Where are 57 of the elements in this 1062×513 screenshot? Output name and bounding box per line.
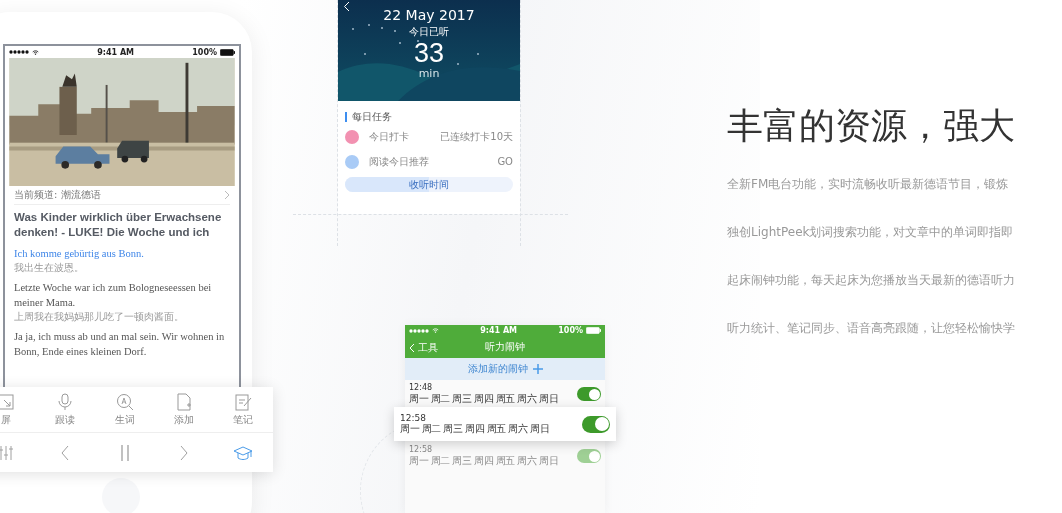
alarm-toggle[interactable] [577,387,601,401]
minutes-value: 33 [413,38,444,68]
back-button[interactable]: 工具 [409,341,438,355]
alarm-toggle[interactable] [577,449,601,463]
date-label: 22 May 2017 [383,6,475,24]
feature-description: 全新FM电台功能，实时流畅收听最新德语节目，锻炼 [727,176,1010,192]
task-status: GO [497,156,513,167]
section-marker [345,112,347,122]
german-sentence: Ich komme gebürtig aus Bonn. [14,247,145,261]
translation-text: 我出生在波恩。 [14,261,85,274]
status-time: 9:41 AM [96,47,136,57]
article-title: Was Kinder wirklich über Erwachsene denken! - LUKE! Die Woche und ich [14,210,223,240]
battery-level: 100% [558,326,583,335]
toolbar-button[interactable]: 笔记 [213,387,274,432]
chevron-left-icon [409,343,415,353]
alarm-days: 周一 周二 周三 周四 周五 周六 周日 [409,393,577,405]
alarm-days: 周一 周二 周三 周四 周五 周六 周日 [400,423,582,435]
chevron-left-icon [343,1,350,12]
add-alarm-button[interactable]: 添加新的闹钟 [405,358,605,380]
translation-text: 上周我在我妈妈那儿吃了一顿肉酱面。 [14,310,185,323]
feature-description: 听力统计、笔记同步、语音高亮跟随，让您轻松愉快学 [727,320,1016,336]
minutes-unit: min [418,68,440,80]
channel-label: 当前频道: 潮流德语 [14,188,101,202]
battery-level: 100% [192,47,217,57]
feature-description: 独创LightPeek划词搜索功能，对文章中的单词即指即 [727,224,1015,240]
alarm-time: 12:58 [409,445,434,455]
feature-heading: 丰富的资源，强大 [727,104,1016,148]
fullscreen-icon [0,392,16,412]
alarm-toggle[interactable] [582,415,610,433]
toolbar-button[interactable]: 添加 [154,387,214,432]
status-time: 9:41 AM [479,326,519,335]
chevron-right-icon [224,190,230,200]
german-sentence: Letzte Woche war ich zum Bologneseessen bei meiner Mama. [14,281,213,310]
alarm-time: 12:48 [409,383,434,393]
task-status: 已连续打卡10天 [440,129,513,144]
wifi-icon [32,49,39,55]
feature-description: 起床闹钟功能，每天起床为您播放当天最新的德语听力 [727,272,1016,288]
task-name: 阅读今日推荐 [369,154,430,169]
wifi-icon [432,328,439,333]
progress-label: 收听时间 [408,178,450,192]
alarm-time: 12:58 [400,413,427,423]
battery-icon [220,48,235,56]
note-edit-icon [233,392,254,412]
battery-icon [586,327,601,334]
alarm-days: 周一 周二 周三 周四 周五 周六 周日 [409,455,577,467]
task-name: 今日打卡 [369,129,410,144]
signal-icon [9,50,29,54]
screen-title: 听力闹钟 [485,340,525,354]
toolbar-button[interactable]: 生词 [94,387,155,432]
toolbar-button[interactable]: 跟读 [35,387,95,432]
listened-label: 今日已听 [409,26,449,38]
search-icon [114,392,135,412]
signal-icon [409,328,429,333]
section-title: 每日任务 [352,110,392,124]
plus-icon [532,364,543,374]
toolbar-button[interactable]: 屏 [0,387,36,432]
german-sentence: Ja ja, ich muss ab und an mal sein. Wir wohnen in Bonn, Ende eines kleinen Dorf. [14,330,226,359]
